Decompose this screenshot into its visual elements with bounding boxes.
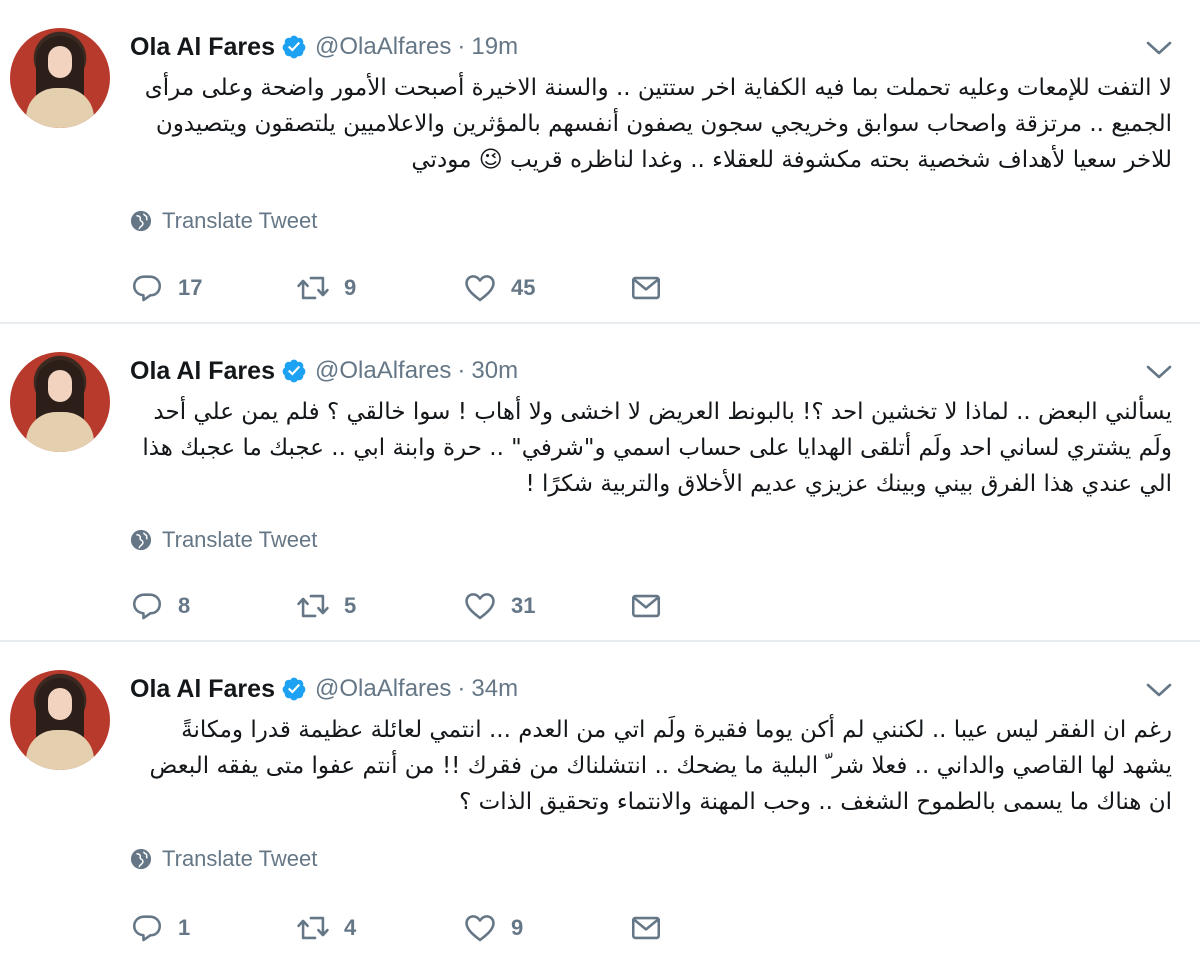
tweet[interactable]: Ola Al Fares @OlaAlfares · 19m لا التفت … [0,0,1200,324]
like-button[interactable]: 9 [463,908,629,948]
globe-icon [130,848,152,870]
tweet-text: رغم ان الفقر ليس عيبا .. لكنني لم أكن يو… [149,717,1172,815]
reply-icon [132,593,162,620]
heart-icon [465,593,495,620]
retweet-icon [297,594,329,618]
tweet-actions: 1 4 9 [130,908,663,948]
translate-label: Translate Tweet [162,527,318,552]
tweet-feed: Ola Al Fares @OlaAlfares · 19m لا التفت … [0,0,1200,967]
verified-badge-icon [282,677,306,701]
tweet-header: Ola Al Fares @OlaAlfares · 19m [130,30,518,64]
envelope-icon [631,594,661,618]
envelope-icon [631,916,661,940]
author-handle[interactable]: @OlaAlfares [315,357,451,385]
translate-label: Translate Tweet [162,208,318,233]
verified-badge-icon [282,359,306,383]
verified-badge-icon [282,35,306,59]
reply-icon [132,915,162,942]
reply-count: 8 [178,593,191,618]
author-handle[interactable]: @OlaAlfares [315,33,451,61]
tweet[interactable]: Ola Al Fares @OlaAlfares · 30m يسألني ال… [0,324,1200,642]
author-name[interactable]: Ola Al Fares [130,357,275,386]
translate-tweet-link[interactable]: Translate Tweet [130,846,317,872]
tweet-header: Ola Al Fares @OlaAlfares · 30m [130,354,518,388]
separator-dot: · [457,675,466,702]
translate-tweet-link[interactable]: Translate Tweet [130,208,317,234]
translate-tweet-link[interactable]: Translate Tweet [130,527,317,553]
author-handle[interactable]: @OlaAlfares [315,675,451,703]
tweet-time[interactable]: 19m [471,33,518,61]
retweet-button[interactable]: 9 [296,268,463,308]
heart-icon [465,915,495,942]
translate-label: Translate Tweet [162,846,318,871]
retweet-button[interactable]: 4 [296,908,463,948]
retweet-count: 5 [344,593,357,618]
tweet[interactable]: Ola Al Fares @OlaAlfares · 34m رغم ان ال… [0,642,1200,967]
separator-dot: · [457,33,466,60]
reply-button[interactable]: 1 [130,908,296,948]
envelope-icon [631,276,661,300]
retweet-button[interactable]: 5 [296,586,463,626]
avatar[interactable] [10,28,110,128]
tweet-header: Ola Al Fares @OlaAlfares · 34m [130,672,518,706]
reply-button[interactable]: 17 [130,268,296,308]
like-count: 45 [511,275,536,300]
tweet-text: لا التفت للإمعات وعليه تحملت بما فيه الك… [144,75,1172,173]
like-count: 31 [511,593,536,618]
chevron-down-icon[interactable] [1146,682,1172,698]
avatar[interactable] [10,352,110,452]
reply-count: 17 [178,275,203,300]
retweet-icon [297,916,329,940]
like-count: 9 [511,915,524,940]
tweet-text: يسألني البعض .. لماذا لا تخشين احد ؟! با… [142,399,1172,497]
tweet-actions: 17 9 45 [130,268,663,308]
direct-message-button[interactable] [629,268,663,308]
tweet-time[interactable]: 34m [471,675,518,703]
direct-message-button[interactable] [629,586,663,626]
chevron-down-icon[interactable] [1146,364,1172,380]
reply-count: 1 [178,915,191,940]
reply-button[interactable]: 8 [130,586,296,626]
retweet-count: 4 [344,915,357,940]
like-button[interactable]: 31 [463,586,629,626]
author-name[interactable]: Ola Al Fares [130,675,275,704]
avatar[interactable] [10,670,110,770]
direct-message-button[interactable] [629,908,663,948]
separator-dot: · [457,357,466,384]
globe-icon [130,210,152,232]
reply-icon [132,275,162,302]
retweet-icon [297,276,329,300]
retweet-count: 9 [344,275,357,300]
tweet-time[interactable]: 30m [471,357,518,385]
chevron-down-icon[interactable] [1146,40,1172,56]
heart-icon [465,275,495,302]
tweet-actions: 8 5 31 [130,586,663,626]
like-button[interactable]: 45 [463,268,629,308]
author-name[interactable]: Ola Al Fares [130,33,275,62]
globe-icon [130,529,152,551]
